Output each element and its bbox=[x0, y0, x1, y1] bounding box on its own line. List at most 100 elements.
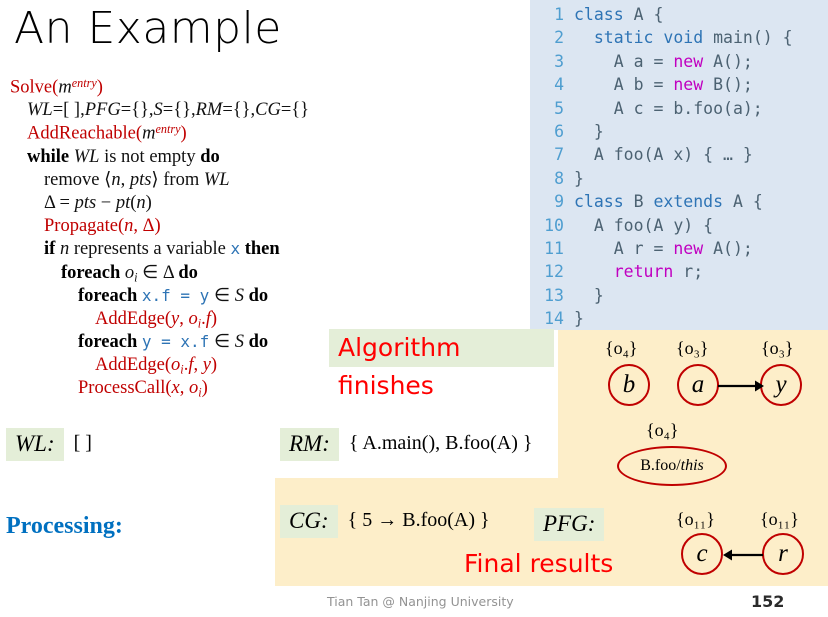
algorithm-token: entry bbox=[155, 122, 181, 137]
code-line-number: 11 bbox=[544, 238, 564, 258]
code-token: new bbox=[673, 238, 704, 258]
algorithm-token: , Δ) bbox=[133, 216, 161, 237]
code-token: B(); bbox=[703, 75, 753, 95]
set-value-wl: [ ] bbox=[73, 432, 92, 454]
code-line: 8} bbox=[530, 167, 828, 190]
algorithm-line: AddEdge(y, oi.f) bbox=[10, 308, 410, 331]
code-line-number: 1 bbox=[554, 5, 564, 24]
set-row-rm: RM: { A.main(), B.foo(A) } bbox=[280, 428, 539, 461]
code-token: } bbox=[574, 121, 604, 141]
algorithm-token: ⟩ from bbox=[151, 169, 204, 190]
pts-label-r: {o₁₁} bbox=[760, 509, 799, 529]
algorithm-line: AddReachable(mentry) bbox=[10, 122, 410, 145]
algorithm-token: is not empty bbox=[99, 146, 201, 167]
code-line: 5 A c = b.foo(a); bbox=[530, 97, 828, 120]
code-token: A foo(A y) { bbox=[574, 215, 714, 235]
code-token: main() { bbox=[703, 28, 793, 48]
code-line: 7 A foo(A x) { … } bbox=[530, 143, 828, 166]
code-line: 9 class B extends A { bbox=[530, 190, 828, 213]
algorithm-token: m bbox=[142, 123, 156, 144]
code-line-number: 6 bbox=[554, 121, 564, 141]
algorithm-token: AddEdge( bbox=[95, 308, 172, 329]
algorithm-token: =[ ], bbox=[52, 100, 85, 121]
algorithm-token: ) bbox=[180, 123, 187, 144]
set-tag-pfg: PFG: bbox=[534, 508, 605, 541]
algorithm-line: foreach x.f = y ∈ S do bbox=[10, 285, 410, 308]
code-line: 4 A b = new B(); bbox=[530, 73, 828, 96]
set-value-rm: { A.main(), B.foo(A) } bbox=[348, 432, 533, 454]
banner-algorithm-finishes: Algorithm finishes bbox=[329, 329, 554, 400]
graph-edge-a-to-y bbox=[718, 380, 764, 392]
code-line-number: 9 bbox=[554, 192, 564, 212]
graph-node-r: r bbox=[762, 533, 804, 575]
algorithm-line: WL=[ ],PFG={},S={},RM={},CG={} bbox=[10, 99, 410, 122]
graph-node-bfoothis: B.foo/this bbox=[617, 446, 727, 486]
graph-node-bfoothis-label: B.foo/this bbox=[640, 457, 704, 474]
pts-label-c: {o₁₁} bbox=[676, 509, 715, 529]
code-token: r; bbox=[673, 262, 704, 282]
algorithm-token: x bbox=[171, 378, 180, 399]
algorithm-token: foreach bbox=[78, 285, 142, 306]
code-line-number: 10 bbox=[544, 215, 564, 235]
code-line: 13 } bbox=[530, 284, 828, 307]
algorithm-line: while WL is not empty do bbox=[10, 146, 410, 169]
algorithm-token: then bbox=[240, 239, 280, 260]
code-line-number: 7 bbox=[554, 145, 564, 165]
code-line-number: 8 bbox=[554, 168, 564, 188]
pts-label-y: {o₃} bbox=[761, 338, 794, 358]
algorithm-token: foreach bbox=[61, 262, 125, 283]
code-token: A a = bbox=[574, 51, 674, 71]
algorithm-line: remove ⟨n, pts⟩ from WL bbox=[10, 169, 410, 192]
code-line-number: 5 bbox=[554, 98, 564, 118]
algorithm-token: while bbox=[27, 146, 74, 167]
graph-node-bfoothis-prefix: B.foo/ bbox=[640, 457, 681, 474]
code-token: A { bbox=[723, 192, 763, 212]
algorithm-token: o bbox=[188, 308, 198, 329]
algorithm-token: pts bbox=[74, 192, 97, 213]
code-token: extends bbox=[653, 192, 724, 212]
code-token: B bbox=[623, 192, 654, 212]
algorithm-token: n bbox=[59, 239, 70, 260]
graph-node-c: c bbox=[681, 533, 723, 575]
algorithm-token: , bbox=[120, 169, 130, 190]
algorithm-token: ) bbox=[145, 192, 152, 213]
algorithm-token: do bbox=[200, 146, 220, 167]
algorithm-token: ) bbox=[201, 378, 208, 399]
set-value-cg: { 5 → B.foo(A) } bbox=[347, 509, 490, 531]
algorithm-token: S bbox=[234, 332, 244, 353]
code-token: A { bbox=[623, 5, 664, 24]
set-row-cg: CG: { 5 → B.foo(A) } bbox=[280, 505, 490, 538]
code-line-number: 13 bbox=[544, 285, 564, 305]
algorithm-token: o bbox=[188, 378, 199, 399]
page-title: An Example bbox=[14, 3, 282, 54]
code-token: static void bbox=[593, 28, 704, 48]
footer-page-number: 152 bbox=[751, 592, 785, 611]
code-line: 11 A r = new A(); bbox=[530, 237, 828, 260]
algorithm-token: CG bbox=[255, 100, 281, 121]
algorithm-token: x bbox=[230, 239, 241, 259]
code-line-number: 2 bbox=[554, 28, 564, 48]
algorithm-token: WL bbox=[27, 100, 53, 121]
algorithm-line: Solve(mentry) bbox=[10, 76, 410, 99]
algorithm-token: x.f = y bbox=[141, 285, 210, 305]
algorithm-line: foreach oi ∈ Δ do bbox=[10, 262, 410, 285]
code-token: } bbox=[574, 309, 584, 329]
algorithm-token: o bbox=[171, 355, 181, 376]
algorithm-token: PFG bbox=[84, 100, 121, 121]
algorithm-token: remove ⟨ bbox=[44, 169, 112, 190]
set-tag-cg: CG: bbox=[280, 505, 338, 538]
code-line: 2 static void main() { bbox=[530, 26, 828, 49]
algorithm-line: Propagate(n, Δ) bbox=[10, 215, 410, 238]
algorithm-token: ) bbox=[96, 77, 103, 98]
code-token: class bbox=[574, 192, 624, 212]
algorithm-token: ={}, bbox=[120, 100, 154, 121]
code-line: 1 class A { bbox=[530, 3, 828, 26]
code-line: 10 A foo(A y) { bbox=[530, 214, 828, 237]
code-listing-panel: 1 class A {2 static void main() {3 A a = … bbox=[530, 0, 828, 330]
code-token: A foo(A x) { … } bbox=[574, 145, 753, 165]
code-line: 12 return r; bbox=[530, 260, 828, 283]
algorithm-token: ) bbox=[210, 308, 218, 329]
algorithm-token: n bbox=[124, 216, 134, 237]
algorithm-token: S bbox=[234, 285, 244, 306]
